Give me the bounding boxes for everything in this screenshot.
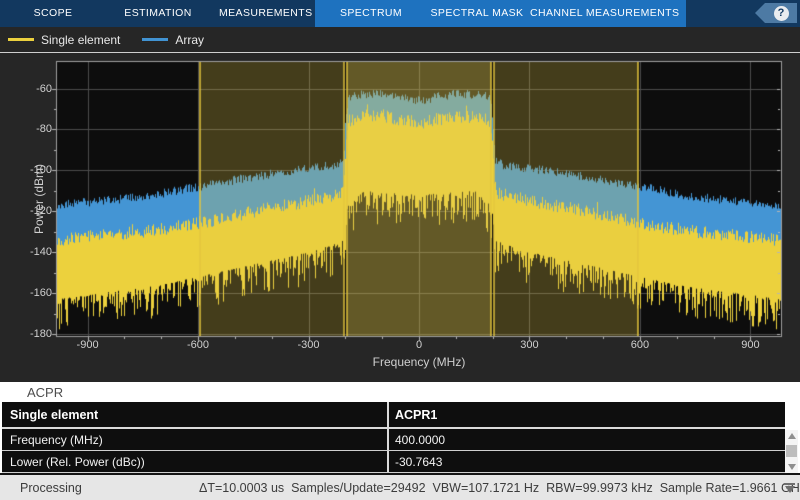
- x-tick-label: -300: [298, 339, 320, 351]
- toolstrip-tabbar: SCOPE ESTIMATION MEASUREMENTS SPECTRUM SPECT…: [0, 0, 800, 27]
- y-tick-label: -80: [0, 123, 52, 135]
- tab-spectrum[interactable]: SPECTRUM: [337, 0, 405, 27]
- tab-scope[interactable]: SCOPE: [30, 0, 76, 27]
- y-tick-label: -160: [0, 287, 52, 299]
- measurement-panel-header: ACPR: [0, 382, 800, 402]
- scroll-to-bottom-icon[interactable]: [783, 483, 796, 494]
- x-tick-label: 900: [741, 339, 759, 351]
- spectrum-figure: Power (dBm) Frequency (MHz) -900-600-300…: [0, 53, 800, 382]
- table-row-0-label-cell: Frequency (MHz): [2, 429, 389, 450]
- scrollbar-thumb[interactable]: [786, 445, 797, 457]
- table-row-1-label-cell: Lower (Rel. Power (dBc)): [2, 451, 389, 472]
- legend-line-swatch: [8, 38, 34, 41]
- table-header-row-value-cell: ACPR1: [389, 402, 785, 427]
- tab-estimation[interactable]: ESTIMATION: [122, 0, 194, 27]
- table-row-0-value-cell: 400.0000: [389, 429, 785, 450]
- table-row-1: Lower (Rel. Power (dBc))-30.7643: [2, 451, 785, 473]
- x-tick-label: 300: [520, 339, 538, 351]
- help-button[interactable]: ?: [755, 3, 797, 23]
- table-row-0: Frequency (MHz)400.0000: [2, 429, 785, 451]
- tab-spectral-mask[interactable]: SPECTRAL MASK: [430, 0, 524, 27]
- scrollbar-down-icon[interactable]: [788, 464, 796, 470]
- x-tick-label: 0: [416, 339, 422, 351]
- legend-bar: Single element Array: [0, 27, 800, 52]
- legend-label: Single element: [41, 33, 120, 47]
- scrollbar-up-icon[interactable]: [788, 433, 796, 439]
- spectrum-plot-canvas[interactable]: [0, 53, 800, 382]
- y-tick-label: -60: [0, 83, 52, 95]
- spectrum-analyzer-window: SCOPE ESTIMATION MEASUREMENTS SPECTRUM SPECT…: [0, 0, 800, 500]
- status-bar: Processing ΔT=10.0003 us Samples/Update=…: [0, 473, 800, 500]
- y-axis-title: Power (dBm): [32, 139, 46, 259]
- x-tick-label: -600: [187, 339, 209, 351]
- table-scrollbar[interactable]: [785, 430, 798, 473]
- table-row-1-value-cell: -30.7643: [389, 451, 785, 472]
- legend-line-swatch: [142, 38, 168, 41]
- y-tick-label: -120: [0, 205, 52, 217]
- y-tick-label: -100: [0, 164, 52, 176]
- acpr-table: Single elementACPR1Frequency (MHz)400.00…: [0, 402, 800, 473]
- x-axis-title: Frequency (MHz): [57, 355, 781, 369]
- y-tick-label: -140: [0, 246, 52, 258]
- y-tick-label: -180: [0, 328, 52, 340]
- acpr-panel-title: ACPR: [27, 385, 63, 400]
- x-tick-label: -900: [77, 339, 99, 351]
- status-state-label: Processing: [20, 481, 82, 495]
- tab-measurements[interactable]: MEASUREMENTS: [219, 0, 311, 27]
- tab-channel-measurements[interactable]: CHANNEL MEASUREMENTS: [530, 0, 678, 27]
- x-tick-label: 600: [631, 339, 649, 351]
- status-metrics-text: ΔT=10.0003 us Samples/Update=29492 VBW=1…: [199, 481, 800, 495]
- table-header-row-label-cell: Single element: [2, 402, 389, 427]
- table-header-row: Single elementACPR1: [2, 402, 785, 429]
- legend-label: Array: [175, 33, 204, 47]
- legend-item-array[interactable]: Array: [142, 33, 204, 47]
- help-icon: ?: [774, 6, 789, 21]
- legend-item-single-element[interactable]: Single element: [8, 33, 120, 47]
